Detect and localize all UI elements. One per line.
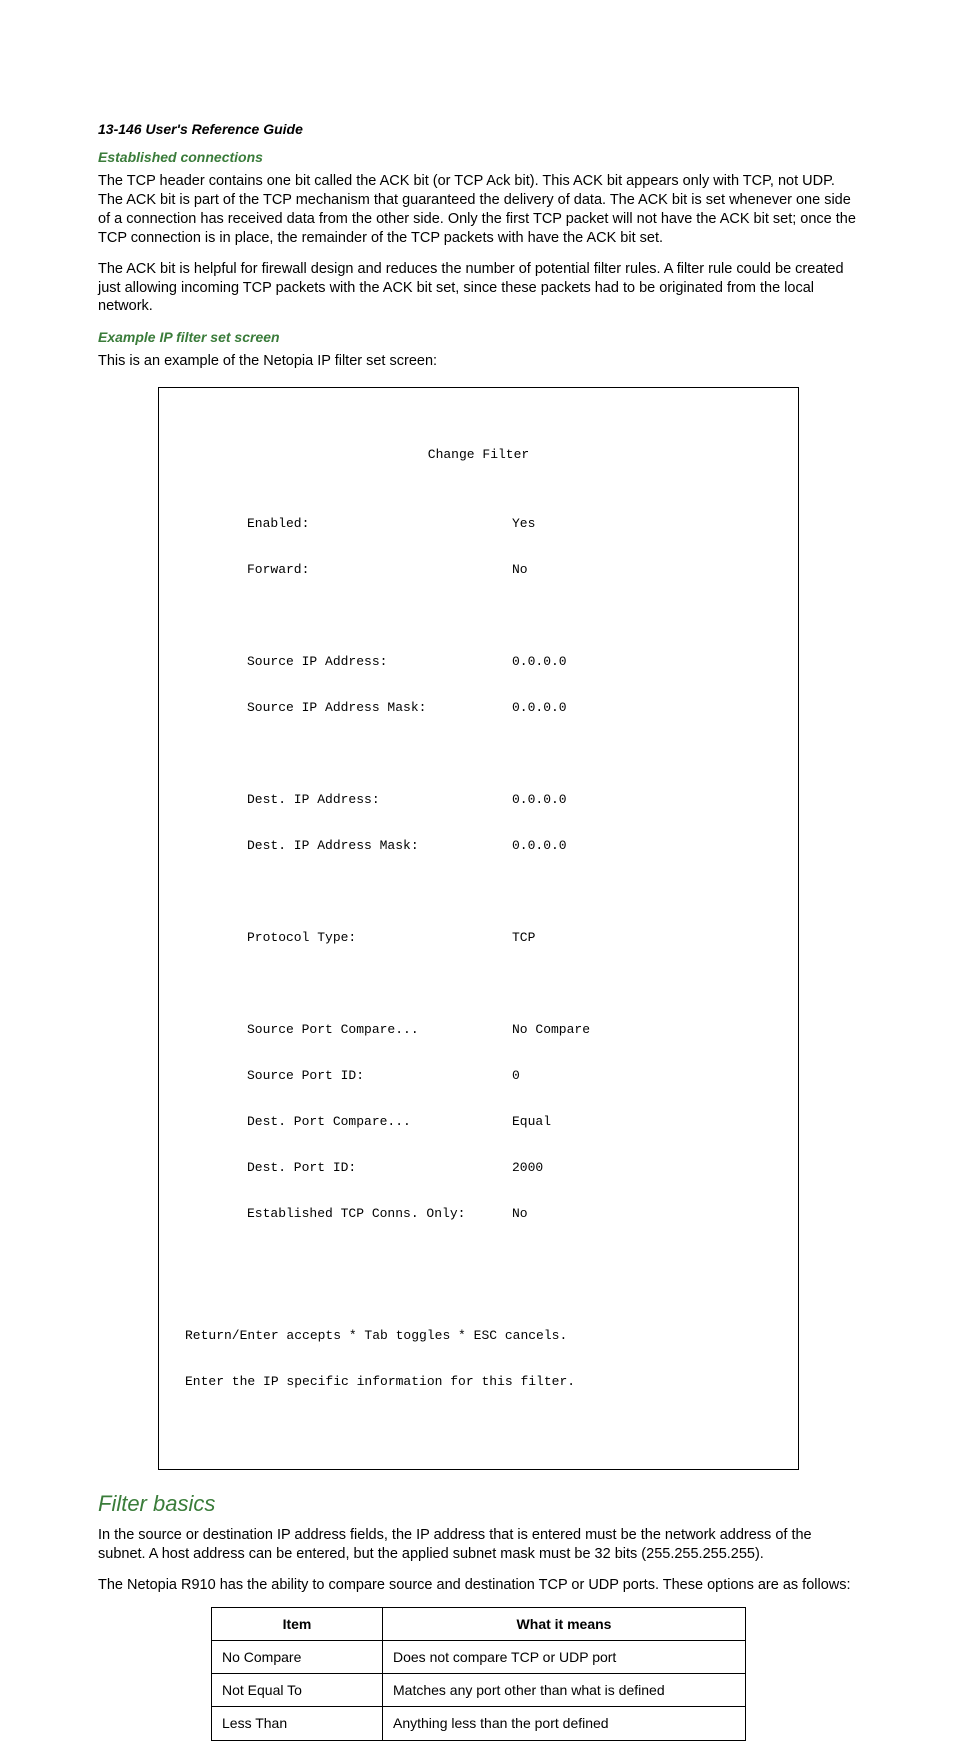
table-header-meaning: What it means [383, 1607, 746, 1640]
terminal-value: 0.0.0.0 [442, 654, 780, 669]
terminal-row: Established TCP Conns. Only:No [177, 1206, 780, 1221]
paragraph: This is an example of the Netopia IP fil… [98, 352, 859, 371]
table-row: Less Than Anything less than the port de… [212, 1707, 746, 1740]
terminal-label: Source IP Address Mask: [177, 700, 442, 715]
terminal-value: No [442, 562, 780, 577]
paragraph: The TCP header contains one bit called t… [98, 172, 859, 247]
table-cell-item: Not Equal To [212, 1674, 383, 1707]
paragraph: The Netopia R910 has the ability to comp… [98, 1576, 859, 1595]
section-filter-basics: Filter basics [98, 1490, 859, 1519]
terminal-value: 2000 [442, 1160, 780, 1175]
terminal-row: Dest. IP Address:0.0.0.0 [177, 792, 780, 807]
table-header-row: Item What it means [212, 1607, 746, 1640]
terminal-row: Dest. Port Compare...Equal [177, 1114, 780, 1129]
terminal-value: No [442, 1206, 780, 1221]
table-row: No Compare Does not compare TCP or UDP p… [212, 1640, 746, 1673]
terminal-label: Dest. IP Address: [177, 792, 442, 807]
terminal-footer-line: Return/Enter accepts * Tab toggles * ESC… [185, 1328, 780, 1343]
terminal-value: 0.0.0.0 [442, 792, 780, 807]
document-page: 13-146 User's Reference Guide Establishe… [0, 0, 954, 1235]
table-row: Not Equal To Matches any port other than… [212, 1674, 746, 1707]
terminal-row: Source Port ID:0 [177, 1068, 780, 1083]
terminal-label: Source IP Address: [177, 654, 442, 669]
table-cell-meaning: Anything less than the port defined [383, 1707, 746, 1740]
terminal-value: 0 [442, 1068, 780, 1083]
terminal-footer-line: Enter the IP specific information for th… [185, 1374, 780, 1389]
subhead-established: Established connections [98, 148, 859, 166]
paragraph: The ACK bit is helpful for firewall desi… [98, 260, 859, 317]
terminal-value: Equal [442, 1114, 780, 1129]
table-cell-meaning: Does not compare TCP or UDP port [383, 1640, 746, 1673]
terminal-label: Source Port Compare... [177, 1022, 442, 1037]
table-cell-meaning: Matches any port other than what is defi… [383, 1674, 746, 1707]
table-cell-item: Less Than [212, 1707, 383, 1740]
terminal-row: Forward:No [177, 562, 780, 577]
paragraph: In the source or destination IP address … [98, 1526, 859, 1564]
terminal-label: Protocol Type: [177, 930, 442, 945]
terminal-label: Dest. Port ID: [177, 1160, 442, 1175]
terminal-row: Source IP Address Mask:0.0.0.0 [177, 700, 780, 715]
terminal-box: Change Filter Enabled:Yes Forward:No Sou… [158, 387, 799, 1469]
terminal-label: Established TCP Conns. Only: [177, 1206, 442, 1221]
definitions-table: Item What it means No Compare Does not c… [211, 1607, 746, 1741]
terminal-row: Enabled:Yes [177, 516, 780, 531]
terminal-row: Source Port Compare...No Compare [177, 1022, 780, 1037]
terminal-value: No Compare [442, 1022, 780, 1037]
terminal-label: Dest. IP Address Mask: [177, 838, 442, 853]
subhead-example: Example IP filter set screen [98, 328, 859, 346]
terminal-label: Source Port ID: [177, 1068, 442, 1083]
terminal-label: Forward: [177, 562, 442, 577]
page-header: 13-146 User's Reference Guide [98, 120, 859, 138]
terminal-value: TCP [442, 930, 780, 945]
terminal-row: Dest. Port ID:2000 [177, 1160, 780, 1175]
terminal-value: 0.0.0.0 [442, 700, 780, 715]
terminal-label: Enabled: [177, 516, 442, 531]
terminal-row: Source IP Address:0.0.0.0 [177, 654, 780, 669]
terminal-title: Change Filter [177, 447, 780, 462]
terminal-footer: Return/Enter accepts * Tab toggles * ESC… [177, 1297, 780, 1420]
terminal-row: Dest. IP Address Mask:0.0.0.0 [177, 838, 780, 853]
terminal-value: Yes [442, 516, 780, 531]
table-header-item: Item [212, 1607, 383, 1640]
table-cell-item: No Compare [212, 1640, 383, 1673]
terminal-label: Dest. Port Compare... [177, 1114, 442, 1129]
terminal-value: 0.0.0.0 [442, 838, 780, 853]
terminal-row: Protocol Type:TCP [177, 930, 780, 945]
